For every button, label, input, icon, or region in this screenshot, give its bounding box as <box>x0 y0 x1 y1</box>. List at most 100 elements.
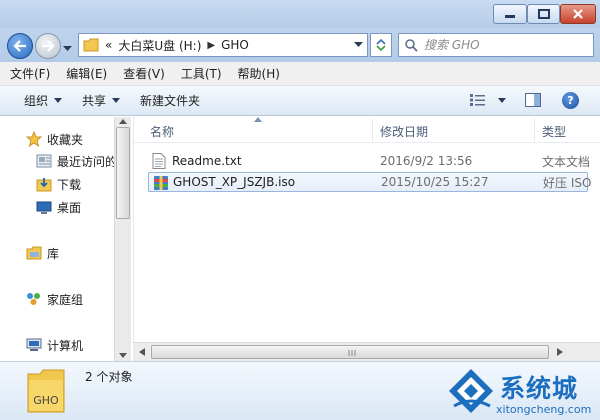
minimize-icon <box>505 15 515 18</box>
nav-recent-label: 最近访问的 <box>57 154 118 169</box>
nav-homegroup[interactable]: 家庭组 <box>26 289 83 309</box>
navigation-scrollbar[interactable] <box>114 117 131 361</box>
navigation-scroll-thumb[interactable] <box>116 127 130 219</box>
search-box[interactable] <box>398 33 594 57</box>
search-input[interactable] <box>424 38 584 52</box>
menu-edit[interactable]: 编辑(E) <box>66 65 107 82</box>
column-header-type[interactable]: 类型 <box>542 123 566 140</box>
watermark-logo-icon <box>449 369 493 413</box>
text-file-icon <box>152 153 166 169</box>
change-view-button[interactable] <box>470 94 506 106</box>
address-row: « 大白菜U盘 (H:) ▶ GHO <box>0 28 600 62</box>
breadcrumb-separator-icon[interactable]: ▶ <box>207 40 215 51</box>
file-name: GHOST_XP_JSZJB.iso <box>173 175 296 189</box>
chevron-down-icon <box>112 98 121 103</box>
file-name: Readme.txt <box>172 154 242 168</box>
organize-label: 组织 <box>24 94 49 108</box>
new-folder-button[interactable]: 新建文件夹 <box>130 92 210 109</box>
help-button[interactable]: ? <box>562 92 579 109</box>
nav-recent[interactable]: 最近访问的 <box>36 151 117 171</box>
chevron-down-icon <box>498 97 506 103</box>
scroll-down-icon[interactable] <box>118 351 128 359</box>
back-button[interactable] <box>7 33 33 59</box>
horizontal-scrollbar[interactable] <box>133 342 600 361</box>
watermark-brand: 系统城 <box>500 374 579 403</box>
forward-button[interactable] <box>35 33 61 59</box>
arrow-right-icon <box>42 40 55 52</box>
column-header-name[interactable]: 名称 <box>150 123 174 140</box>
folder-large-icon: GHO <box>27 369 65 413</box>
nav-desktop[interactable]: 桌面 <box>36 197 81 217</box>
nav-favorites[interactable]: 收藏夹 <box>26 129 83 149</box>
recent-places-icon <box>36 154 52 168</box>
file-row-readme[interactable]: Readme.txt 2016/9/2 13:56 文本文档 <box>148 151 591 171</box>
computer-icon <box>26 338 42 351</box>
chevron-down-icon[interactable] <box>354 42 363 48</box>
scroll-left-icon[interactable] <box>138 347 146 357</box>
watermark: 系统城 xitongcheng.com <box>446 366 598 420</box>
chevron-down-icon <box>54 98 63 103</box>
breadcrumb-drive[interactable]: 大白菜U盘 (H:) <box>118 37 201 54</box>
preview-pane-button[interactable] <box>525 93 541 110</box>
close-button[interactable] <box>560 4 596 24</box>
column-divider[interactable] <box>372 119 373 141</box>
title-bar <box>0 0 600 28</box>
maximize-button[interactable] <box>527 4 560 24</box>
file-row-iso[interactable]: GHOST_XP_JSZJB.iso 2015/10/25 15:27 好压 I… <box>148 172 592 192</box>
star-icon <box>26 131 42 147</box>
menu-file[interactable]: 文件(F) <box>10 65 50 82</box>
downloads-folder-icon <box>36 178 52 192</box>
preview-pane-icon <box>525 93 541 107</box>
maximize-icon <box>537 9 550 19</box>
share-label: 共享 <box>82 94 107 108</box>
column-header-row: 名称 修改日期 类型 <box>134 117 600 143</box>
breadcrumb-prefix[interactable]: « <box>105 38 112 52</box>
navigation-pane: 收藏夹 最近访问的 下载 桌面 库 家庭组 计算机 <box>0 117 132 361</box>
column-divider[interactable] <box>534 119 535 141</box>
close-icon <box>573 9 583 19</box>
desktop-icon <box>36 201 52 214</box>
minimize-button[interactable] <box>493 4 527 24</box>
archive-file-icon <box>154 176 168 190</box>
scroll-grip-icon <box>348 350 356 356</box>
organize-button[interactable]: 组织 <box>14 92 72 109</box>
menu-bar: 文件(F) 编辑(E) 查看(V) 工具(T) 帮助(H) <box>0 62 600 86</box>
refresh-button[interactable] <box>370 33 392 57</box>
library-icon <box>26 246 42 260</box>
address-bar[interactable]: « 大白菜U盘 (H:) ▶ GHO <box>78 33 368 57</box>
watermark-site: xitongcheng.com <box>496 403 592 416</box>
view-list-icon <box>470 94 485 106</box>
menu-view[interactable]: 查看(V) <box>123 65 165 82</box>
nav-computer-label: 计算机 <box>47 338 84 353</box>
nav-computer[interactable]: 计算机 <box>26 335 83 355</box>
recent-locations-dropdown[interactable] <box>63 41 72 55</box>
folder-icon <box>83 38 99 52</box>
refresh-icon <box>376 38 386 52</box>
new-folder-label: 新建文件夹 <box>140 94 201 108</box>
file-list: 名称 修改日期 类型 Readme.txt 2016/9/2 13:56 文本文… <box>133 117 600 361</box>
horizontal-scroll-thumb[interactable] <box>151 345 549 359</box>
folder-icon-label: GHO <box>33 394 59 407</box>
file-type: 文本文档 <box>542 154 591 169</box>
share-button[interactable]: 共享 <box>72 92 130 109</box>
arrow-left-icon <box>13 40 26 52</box>
menu-tools[interactable]: 工具(T) <box>181 65 222 82</box>
menu-help[interactable]: 帮助(H) <box>238 65 280 82</box>
nav-downloads-label: 下载 <box>57 177 82 192</box>
scroll-right-icon[interactable] <box>556 347 564 357</box>
file-date: 2016/9/2 13:56 <box>380 154 473 168</box>
item-count: 2 个对象 <box>85 370 133 384</box>
scroll-up-icon[interactable] <box>118 118 128 126</box>
file-type: 好压 ISO <box>543 175 592 190</box>
breadcrumb-folder[interactable]: GHO <box>221 38 249 52</box>
nav-downloads[interactable]: 下载 <box>36 174 81 194</box>
sort-ascending-icon <box>254 117 262 122</box>
search-icon <box>405 38 418 52</box>
nav-libraries-label: 库 <box>47 246 60 261</box>
file-date: 2015/10/25 15:27 <box>381 175 489 189</box>
column-header-date[interactable]: 修改日期 <box>380 123 428 140</box>
homegroup-icon <box>27 293 40 305</box>
nav-libraries[interactable]: 库 <box>26 243 59 263</box>
nav-homegroup-label: 家庭组 <box>47 292 84 307</box>
nav-desktop-label: 桌面 <box>57 200 82 215</box>
